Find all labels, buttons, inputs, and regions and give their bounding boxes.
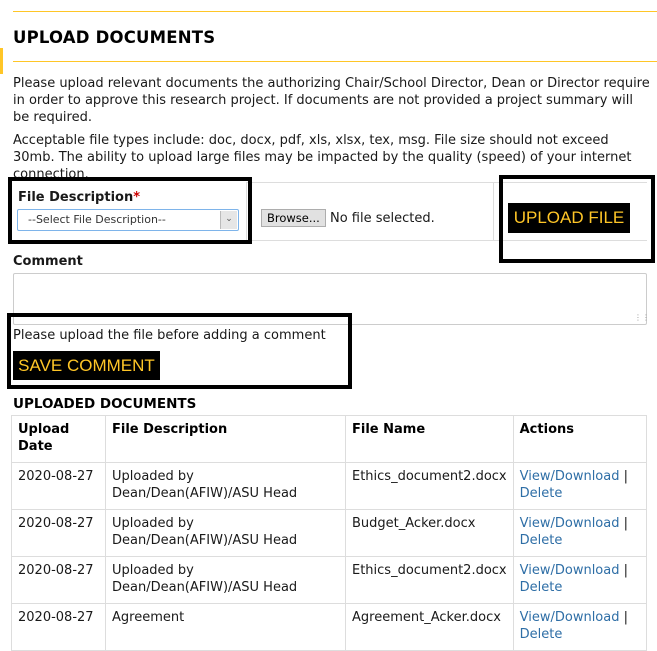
view-download-link[interactable]: View/Download xyxy=(520,469,620,484)
uploaded-documents-table: Upload Date File Description File Name A… xyxy=(11,415,648,651)
file-name: Agreement_Acker.docx xyxy=(345,603,514,651)
chevron-down-icon[interactable]: ⌄ xyxy=(220,211,237,229)
file-status: No file selected. xyxy=(330,211,435,226)
action-separator: | xyxy=(623,469,629,484)
actions-cell: View/Download | Delete xyxy=(512,509,648,557)
upload-date: 2020-08-27 xyxy=(11,556,106,604)
file-description-select[interactable]: --Select File Description-- ⌄ xyxy=(17,209,239,231)
file-description-label-text: File Description xyxy=(18,190,134,205)
upload-date: 2020-08-27 xyxy=(11,509,106,557)
delete-link[interactable]: Delete xyxy=(520,580,563,595)
column-header-file-name: File Name xyxy=(345,415,514,463)
resize-grip-icon[interactable]: ⋮⋮ xyxy=(634,314,650,322)
delete-link[interactable]: Delete xyxy=(520,486,563,501)
cell-divider xyxy=(493,182,494,240)
actions-cell: View/Download | Delete xyxy=(512,462,648,510)
column-header-actions: Actions xyxy=(512,415,648,463)
comment-hint: Please upload the file before adding a c… xyxy=(13,328,326,343)
top-divider xyxy=(13,11,657,12)
uploaded-documents-title: UPLOADED DOCUMENTS xyxy=(13,396,197,412)
table-header-row: Upload Date File Description File Name A… xyxy=(11,415,648,463)
file-description: Uploaded by Dean/Dean(AFIW)/ASU Head xyxy=(105,462,346,510)
view-download-link[interactable]: View/Download xyxy=(520,563,620,578)
upload-date: 2020-08-27 xyxy=(11,462,106,510)
action-separator: | xyxy=(623,516,629,531)
table-row: 2020-08-27 Agreement Agreement_Acker.doc… xyxy=(11,603,648,651)
file-name: Ethics_document2.docx xyxy=(345,462,514,510)
file-description: Uploaded by Dean/Dean(AFIW)/ASU Head xyxy=(105,509,346,557)
column-header-upload-date: Upload Date xyxy=(11,415,106,463)
delete-link[interactable]: Delete xyxy=(520,533,563,548)
file-description: Agreement xyxy=(105,603,346,651)
actions-cell: View/Download | Delete xyxy=(512,603,648,651)
file-name: Ethics_document2.docx xyxy=(345,556,514,604)
file-name: Budget_Acker.docx xyxy=(345,509,514,557)
action-separator: | xyxy=(623,610,629,625)
view-download-link[interactable]: View/Download xyxy=(520,610,620,625)
browse-button[interactable]: Browse... xyxy=(261,209,326,227)
file-description: Uploaded by Dean/Dean(AFIW)/ASU Head xyxy=(105,556,346,604)
action-separator: | xyxy=(623,563,629,578)
column-header-file-description: File Description xyxy=(105,415,346,463)
upload-date: 2020-08-27 xyxy=(11,603,106,651)
select-value: --Select File Description-- xyxy=(28,213,166,226)
delete-link[interactable]: Delete xyxy=(520,627,563,642)
title-divider xyxy=(13,61,657,62)
save-comment-button[interactable]: SAVE COMMENT xyxy=(13,351,160,380)
table-row: 2020-08-27 Uploaded by Dean/Dean(AFIW)/A… xyxy=(11,509,648,557)
table-row: 2020-08-27 Uploaded by Dean/Dean(AFIW)/A… xyxy=(11,462,648,510)
intro-text: Please upload relevant documents the aut… xyxy=(13,76,650,125)
table-row: 2020-08-27 Uploaded by Dean/Dean(AFIW)/A… xyxy=(11,556,648,604)
page-title: UPLOAD DOCUMENTS xyxy=(13,28,216,47)
left-accent-bar xyxy=(0,48,3,74)
actions-cell: View/Download | Delete xyxy=(512,556,648,604)
file-description-label: File Description* xyxy=(18,190,140,205)
comment-label: Comment xyxy=(13,254,83,269)
required-marker: * xyxy=(133,190,141,205)
view-download-link[interactable]: View/Download xyxy=(520,516,620,531)
upload-file-button[interactable]: UPLOAD FILE xyxy=(508,203,630,233)
